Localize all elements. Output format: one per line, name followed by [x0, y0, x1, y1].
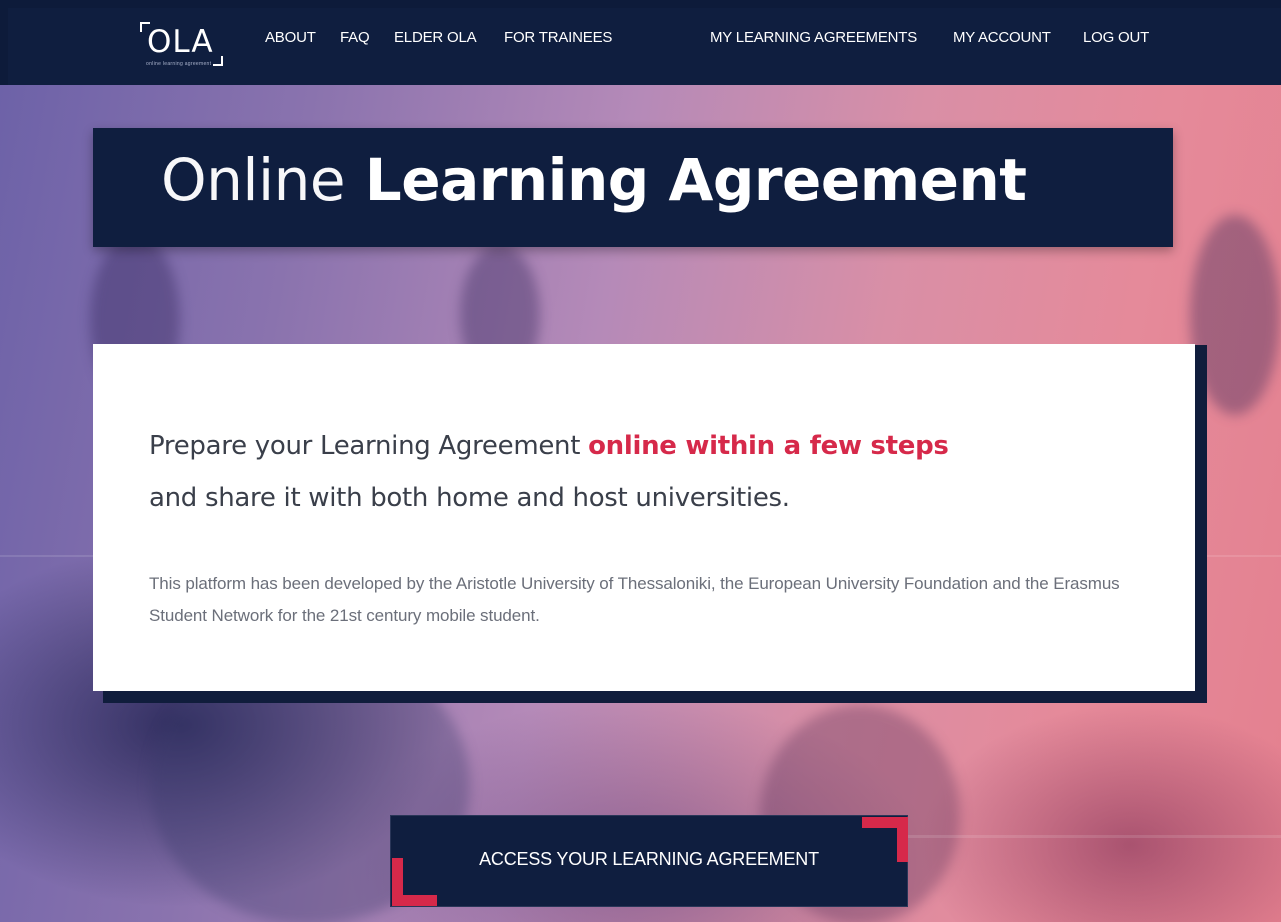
intro-card: Prepare your Learning Agreement online w…: [93, 344, 1195, 691]
page: OLA online learning agreement ABOUT FAQ …: [0, 0, 1281, 922]
top-navigation-bar: OLA online learning agreement ABOUT FAQ …: [8, 8, 1281, 85]
intro-lead: Prepare your Learning Agreement online w…: [149, 420, 949, 524]
nav-link-for-trainees[interactable]: FOR TRAINEES: [504, 29, 612, 46]
ola-logo[interactable]: OLA online learning agreement: [136, 18, 232, 72]
page-title: Online Learning Agreement: [161, 146, 1027, 214]
intro-lead-start: Prepare your Learning Agreement: [149, 431, 589, 461]
page-title-banner: Online Learning Agreement: [93, 128, 1173, 247]
access-learning-agreement-button[interactable]: ACCESS YOUR LEARNING AGREEMENT: [390, 815, 908, 907]
nav-link-log-out[interactable]: LOG OUT: [1083, 29, 1149, 46]
cta-corner-accent-bottom-left: [392, 895, 437, 906]
cta-corner-accent-top-right-vertical: [897, 817, 908, 862]
page-title-bold: Learning Agreement: [364, 146, 1027, 214]
page-title-light: Online: [161, 146, 346, 214]
nav-link-about[interactable]: ABOUT: [265, 29, 316, 46]
logo-bracket-bottom-right: [213, 56, 223, 66]
intro-description: This platform has been developed by the …: [149, 574, 1120, 625]
nav-link-elder-ola[interactable]: ELDER OLA: [394, 29, 477, 46]
access-learning-agreement-label: ACCESS YOUR LEARNING AGREEMENT: [479, 849, 819, 869]
intro-lead-accent: online within a few steps: [588, 431, 949, 461]
nav-link-my-account[interactable]: MY ACCOUNT: [953, 29, 1051, 46]
logo-text: OLA: [147, 24, 214, 60]
nav-link-faq[interactable]: FAQ: [340, 29, 370, 46]
nav-link-my-learning-agreements[interactable]: MY LEARNING AGREEMENTS: [710, 29, 917, 46]
logo-subtext: online learning agreement: [146, 61, 212, 67]
intro-lead-end: and share it with both home and host uni…: [149, 483, 790, 513]
